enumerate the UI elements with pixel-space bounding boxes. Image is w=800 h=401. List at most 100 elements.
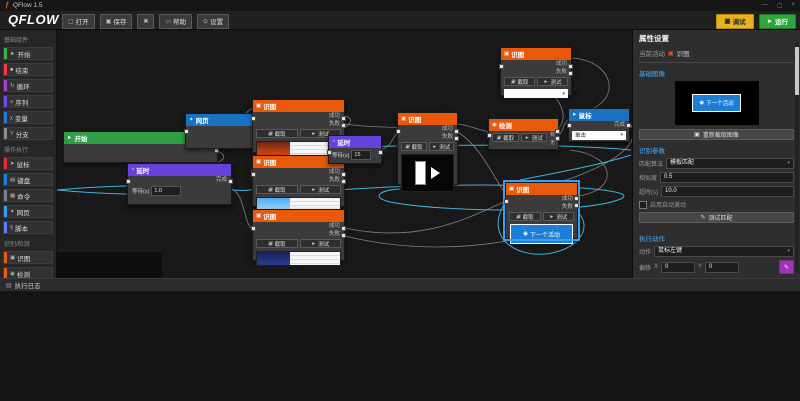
node-find-image[interactable]: ▣ 识图 成功 失败 ▣截取 ►测试 xyxy=(397,112,458,185)
capture-button[interactable]: ▣截取 xyxy=(256,129,298,138)
sidebar-item-mouse[interactable]: ➤ 鼠标 xyxy=(3,157,53,170)
delay-value[interactable]: 1.0 xyxy=(151,186,181,196)
output-port[interactable] xyxy=(626,123,631,128)
test-match-button[interactable]: ✎ 测试匹配 xyxy=(639,212,794,223)
input-port[interactable] xyxy=(487,133,492,138)
sidebar-item-script[interactable]: § 脚本 xyxy=(3,221,53,234)
sidebar-item-branch[interactable]: Y 分支 xyxy=(3,127,53,140)
input-port[interactable] xyxy=(567,123,572,128)
delay-value[interactable]: 15 xyxy=(351,150,371,160)
output-port[interactable] xyxy=(341,226,346,231)
template-thumbnail-button[interactable]: ◉ 下一个活动 xyxy=(510,224,573,244)
sidebar-item-loop[interactable]: ↻ 循环 xyxy=(3,79,53,92)
click-type-dropdown[interactable]: 单击▾ xyxy=(572,131,626,140)
sidebar-item-find-image[interactable]: ▣ 识图 xyxy=(3,251,53,264)
edit-offset-button[interactable]: ✎ xyxy=(779,260,794,274)
image-icon: ▣ xyxy=(504,51,509,57)
capture-button[interactable]: ▣截取 xyxy=(256,239,298,248)
flow-canvas[interactable]: ► 开始 完成 ◔ 延时 完成 等待(s) 1.0 ✦ 网页 完成 ▣ 识图 成… xyxy=(57,30,632,278)
similarity-input[interactable]: 0.5 xyxy=(660,172,794,183)
open-button[interactable]: ▢ 打开 xyxy=(62,14,95,29)
sidebar-item-start[interactable]: ► 开始 xyxy=(3,47,53,60)
input-port[interactable] xyxy=(499,64,504,69)
maximize-icon[interactable]: ▢ xyxy=(777,2,783,9)
panel-scrollbar[interactable] xyxy=(795,42,799,272)
input-port[interactable] xyxy=(251,226,256,231)
algorithm-dropdown[interactable]: 模板匹配 ▾ xyxy=(666,158,794,169)
capture-button[interactable]: ▣截取 xyxy=(256,185,298,194)
camera-icon: ▣ xyxy=(694,131,700,138)
offset-x-input[interactable]: 0 xyxy=(661,262,695,273)
pencil-icon: ✎ xyxy=(784,264,789,271)
settings-button[interactable]: ⊙ 设置 xyxy=(197,14,229,29)
list-icon: ≡ xyxy=(10,99,13,105)
recapture-button[interactable]: ▣ 重新截取图像 xyxy=(639,129,794,140)
node-mouse[interactable]: ➤ 鼠标 完成 单击▾ xyxy=(568,108,630,142)
auto-scroll-checkbox[interactable] xyxy=(639,201,647,209)
log-bar[interactable]: ▤ 执行日志 xyxy=(0,278,800,291)
test-button[interactable]: ►测试 xyxy=(300,185,342,194)
output-port[interactable] xyxy=(341,233,346,238)
output-port[interactable] xyxy=(341,179,346,184)
stop-icon: ■ xyxy=(10,67,13,73)
node-find-image-selected[interactable]: ▣ 识图 成功 失败 ▣截取 ►测试 ◉ 下一个活动 xyxy=(505,182,578,239)
scrollbar-thumb[interactable] xyxy=(795,47,799,95)
sidebar-item-keyboard[interactable]: ▤ 键盘 xyxy=(3,173,53,186)
input-port[interactable] xyxy=(327,150,332,155)
offset-y-input[interactable]: 0 xyxy=(705,262,739,273)
output-port[interactable] xyxy=(378,150,383,155)
node-delay[interactable]: ◔ 延时 等待(s) 15 xyxy=(328,135,382,164)
sidebar-item-end[interactable]: ■ 结束 xyxy=(3,63,53,76)
output-port[interactable] xyxy=(341,172,346,177)
output-port[interactable] xyxy=(574,203,579,208)
test-button[interactable]: ►测试 xyxy=(537,77,568,86)
input-port[interactable] xyxy=(251,172,256,177)
clear-button[interactable]: ✖ xyxy=(137,14,154,29)
test-button[interactable]: ►测试 xyxy=(300,239,342,248)
video-template-thumbnail[interactable] xyxy=(401,154,454,192)
output-port[interactable] xyxy=(341,123,346,128)
output-port[interactable] xyxy=(568,64,573,69)
capture-button[interactable]: ▣截取 xyxy=(492,133,519,142)
input-port[interactable] xyxy=(184,129,189,134)
input-port[interactable] xyxy=(396,129,401,134)
output-port[interactable] xyxy=(568,71,573,76)
test-button[interactable]: ►测试 xyxy=(521,133,548,142)
output-port[interactable] xyxy=(454,136,459,141)
output-port[interactable] xyxy=(574,196,579,201)
run-button[interactable]: ► 运行 xyxy=(759,14,796,29)
output-port[interactable] xyxy=(454,129,459,134)
loop-icon: ↻ xyxy=(10,83,15,89)
node-delay[interactable]: ◔ 延时 完成 等待(s) 1.0 xyxy=(127,163,232,205)
output-port[interactable] xyxy=(555,129,560,134)
input-port[interactable] xyxy=(504,199,509,204)
output-fail: 失败 xyxy=(253,120,344,128)
template-dropdown[interactable]: ▾ xyxy=(504,89,568,98)
test-button[interactable]: ►测试 xyxy=(429,142,455,151)
input-port[interactable] xyxy=(251,116,256,121)
template-thumbnail[interactable] xyxy=(256,251,341,266)
capture-button[interactable]: ▣截取 xyxy=(401,142,427,151)
eye-icon: ◉ xyxy=(492,122,497,128)
test-button[interactable]: ►测试 xyxy=(543,212,575,221)
node-detect[interactable]: ◉ 检测 ▣截取 ►测试 有 无 xyxy=(488,118,559,150)
output-port[interactable] xyxy=(228,179,233,184)
close-icon[interactable]: × xyxy=(791,2,795,9)
capture-button[interactable]: ▣截取 xyxy=(509,212,541,221)
sidebar-item-web[interactable]: ✦ 网页 xyxy=(3,205,53,218)
sidebar-item-variable[interactable]: χ 变量 xyxy=(3,111,53,124)
node-find-image[interactable]: ▣ 识图 成功 失败 ▣截取 ►测试 ▾ xyxy=(500,47,572,96)
input-port[interactable] xyxy=(126,179,131,184)
sidebar-item-sequence[interactable]: ≡ 序列 xyxy=(3,95,53,108)
help-button[interactable]: ▭ 帮助 xyxy=(159,14,192,29)
minimize-icon[interactable]: — xyxy=(762,2,768,9)
save-button[interactable]: ▣ 保存 xyxy=(100,14,133,29)
node-find-image[interactable]: ▣ 识图 成功 失败 ▣截取 ►测试 xyxy=(252,209,345,261)
output-port[interactable] xyxy=(555,136,560,141)
capture-button[interactable]: ▣截取 xyxy=(504,77,535,86)
timeout-input[interactable]: 10.0 xyxy=(661,186,794,197)
action-dropdown[interactable]: 鼠标左键 ▾ xyxy=(654,246,794,257)
output-port[interactable] xyxy=(341,116,346,121)
sidebar-item-command[interactable]: ▦ 命令 xyxy=(3,189,53,202)
debug-button[interactable]: ▣ 调试 xyxy=(716,14,753,29)
